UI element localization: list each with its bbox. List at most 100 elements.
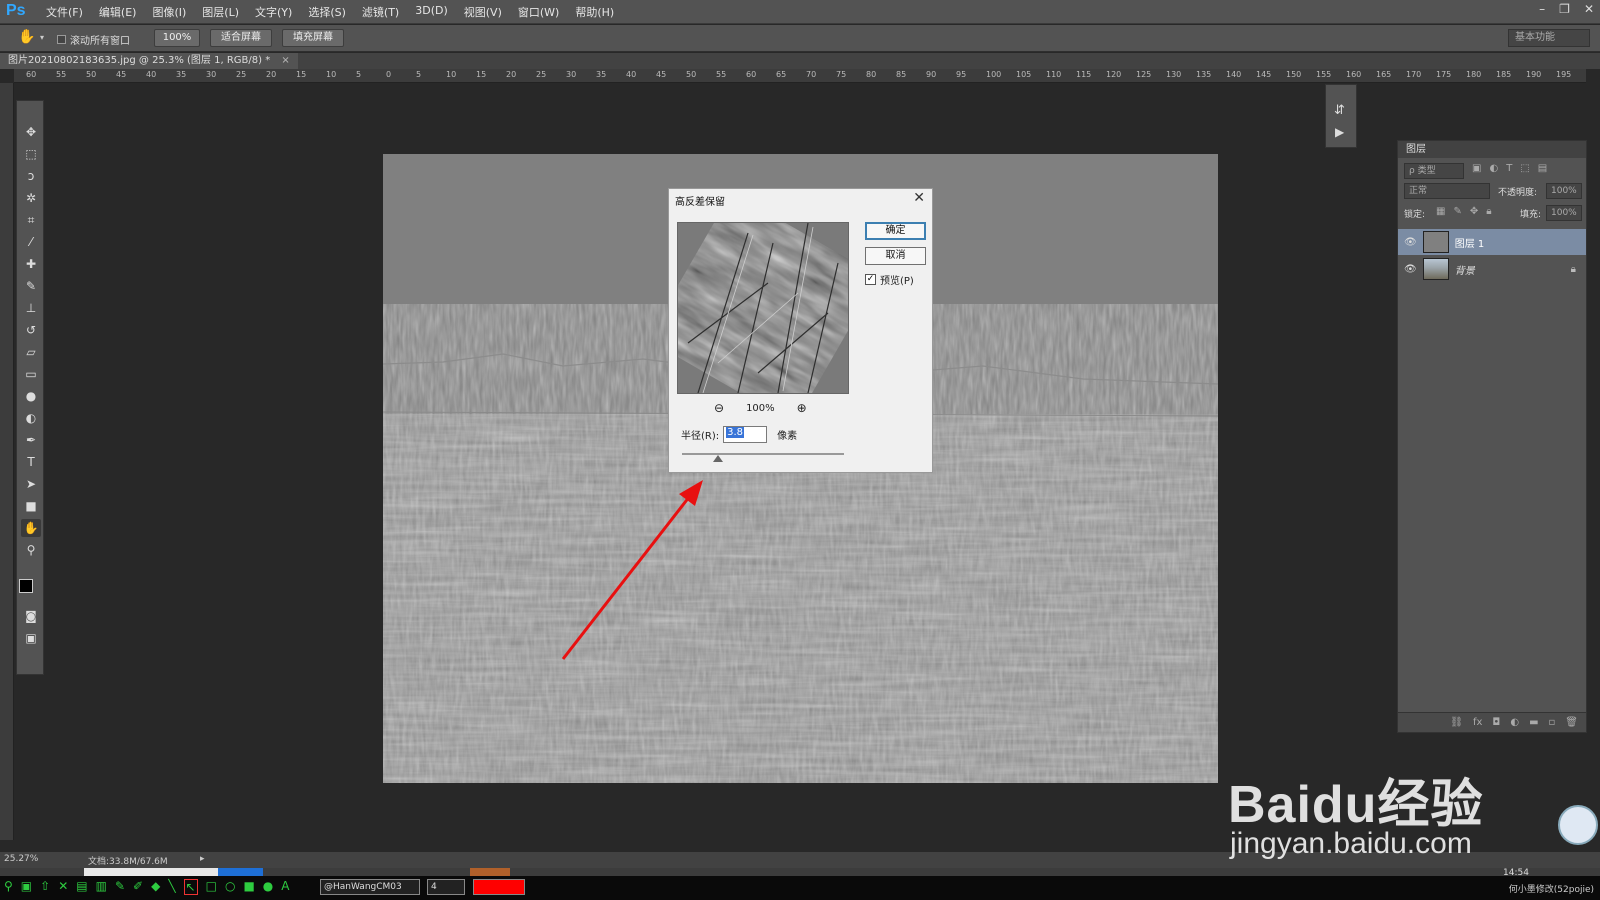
radius-input[interactable]: 3.8 (723, 426, 768, 443)
lock-transparent-icon[interactable]: ▦ (1436, 206, 1445, 217)
dialog-close-icon[interactable]: ✕ (913, 190, 925, 206)
eyedropper-tool-icon[interactable]: ⁄ (21, 233, 41, 251)
undo-icon[interactable]: ⇧ (40, 879, 50, 895)
document-tab[interactable]: 图片20210802183635.jpg @ 25.3% (图层 1, RGB/… (0, 53, 298, 69)
menu-window[interactable]: 窗口(W) (510, 4, 567, 20)
filled-rect-icon[interactable]: ■ (243, 879, 254, 895)
eraser-tool-icon[interactable]: ▱ (21, 343, 41, 361)
pen-icon[interactable]: ✐ (133, 879, 143, 895)
path-select-tool-icon[interactable]: ➤ (21, 475, 41, 493)
menu-3d[interactable]: 3D(D) (407, 4, 456, 20)
pin-icon[interactable]: ⚲ (4, 879, 13, 895)
fill-screen-button[interactable]: 填充屏幕 (282, 29, 344, 47)
menu-file[interactable]: 文件(F) (38, 4, 91, 20)
save-icon[interactable]: ▣ (21, 879, 32, 895)
opacity-input[interactable]: 100% (1546, 183, 1582, 199)
fill-input[interactable]: 100% (1546, 205, 1582, 221)
preview-option[interactable]: ✓ 预览(P) (865, 272, 914, 287)
filter-adjust-icon[interactable]: ◐ (1489, 163, 1498, 174)
visibility-eye-icon[interactable]: 👁︎ (1404, 264, 1417, 275)
filter-type-icon[interactable]: T (1506, 163, 1512, 174)
quick-mask-icon[interactable]: ◙ (21, 607, 41, 625)
adjustment-layer-icon[interactable]: ◐ (1510, 717, 1519, 728)
taskbar-app-button[interactable] (84, 868, 218, 876)
layer-name[interactable]: 图层 1 (1455, 235, 1485, 250)
history-brush-tool-icon[interactable]: ↺ (21, 321, 41, 339)
new-layer-icon[interactable]: ▫ (1549, 717, 1556, 728)
minimize-button[interactable]: – (1539, 2, 1545, 16)
filter-pixel-icon[interactable]: ▣ (1472, 163, 1481, 174)
marker-icon[interactable]: ✎ (115, 879, 125, 895)
blend-mode-select[interactable]: 正常 (1404, 183, 1490, 199)
menu-select[interactable]: 选择(S) (300, 4, 354, 20)
link-layers-icon[interactable]: ⛓︎ (1450, 717, 1463, 728)
shape-tool-icon[interactable]: ■ (21, 497, 41, 515)
scroll-all-checkbox[interactable] (57, 35, 66, 44)
screen-mode-icon[interactable]: ▣ (21, 629, 41, 647)
fill-icon[interactable]: ◆ (151, 879, 160, 895)
add-mask-icon[interactable]: ◘ (1492, 717, 1500, 728)
filter-preview[interactable] (677, 222, 849, 394)
workspace-select[interactable]: 基本功能 (1508, 29, 1590, 47)
arrow-tool-icon[interactable]: ↖ (183, 879, 198, 895)
marquee-tool-icon[interactable]: ⬚ (21, 145, 41, 163)
healing-tool-icon[interactable]: ✚ (21, 255, 41, 273)
filled-ellipse-icon[interactable]: ● (263, 879, 273, 895)
status-menu-arrow-icon[interactable]: ▸ (200, 854, 205, 864)
ellipse-icon[interactable]: ○ (225, 879, 235, 895)
tab-close-icon[interactable]: × (281, 55, 289, 66)
menu-layer[interactable]: 图层(L) (194, 4, 247, 20)
delete-layer-icon[interactable]: 🗑︎ (1565, 717, 1578, 728)
lock-position-icon[interactable]: ✥ (1470, 206, 1478, 217)
radius-slider-track[interactable] (682, 453, 844, 455)
taskbar-app-button[interactable] (470, 868, 510, 876)
foreground-color-swatch[interactable] (19, 579, 33, 593)
lasso-tool-icon[interactable]: ↄ (21, 167, 41, 185)
brush-tool-icon[interactable]: ✎ (21, 277, 41, 295)
layer-row-background[interactable]: 👁︎ 背景 🔒︎ (1398, 256, 1586, 282)
taskbar-app-button[interactable] (218, 868, 263, 876)
pen-tool-icon[interactable]: ✒ (21, 431, 41, 449)
ok-button[interactable]: 确定 (865, 222, 926, 240)
filter-smart-icon[interactable]: ▤ (1538, 163, 1547, 174)
lock-all-icon[interactable]: 🔒︎ (1486, 206, 1491, 217)
dodge-tool-icon[interactable]: ◐ (21, 409, 41, 427)
zoom-out-icon[interactable]: ⊖ (714, 401, 724, 415)
filter-shape-icon[interactable]: ⬚ (1520, 163, 1529, 174)
zoom-in-icon[interactable]: ⊕ (797, 401, 807, 415)
help-avatar-icon[interactable] (1558, 805, 1598, 845)
hand-tool-icon[interactable]: ✋ (18, 29, 35, 45)
blur-tool-icon[interactable]: ● (21, 387, 41, 405)
zoom-tool-icon[interactable]: ⚲ (21, 541, 41, 559)
menu-view[interactable]: 视图(V) (456, 4, 510, 20)
actions-play-icon[interactable]: ▶ (1335, 125, 1344, 139)
folder-icon[interactable]: ▥ (96, 879, 107, 895)
preview-checkbox[interactable]: ✓ (865, 274, 876, 285)
zoom-level-status[interactable]: 25.27% (4, 854, 38, 864)
lock-pixels-icon[interactable]: ✎ (1453, 206, 1461, 217)
line-icon[interactable]: ╲ (168, 879, 175, 895)
size-select[interactable]: 4 (427, 879, 465, 895)
rectangle-icon[interactable]: □ (206, 879, 217, 895)
restore-button[interactable]: ❐ (1559, 2, 1570, 16)
layer-filter-select[interactable]: ρ 类型 (1404, 163, 1464, 179)
close-button[interactable]: ✕ (1584, 2, 1594, 16)
gradient-tool-icon[interactable]: ▭ (21, 365, 41, 383)
text-icon[interactable]: A (281, 879, 289, 895)
menu-help[interactable]: 帮助(H) (567, 4, 622, 20)
layer-name[interactable]: 背景 (1455, 262, 1475, 277)
chevron-down-icon[interactable]: ▾ (40, 33, 44, 42)
magic-wand-tool-icon[interactable]: ✲ (21, 189, 41, 207)
disk-icon[interactable]: ▤ (76, 879, 87, 895)
font-select[interactable]: @HanWangCM03 (320, 879, 420, 895)
crop-tool-icon[interactable]: ⌗ (21, 211, 41, 229)
history-panel-icon[interactable]: ⇵ (1334, 103, 1345, 118)
move-tool-icon[interactable]: ✥ (21, 123, 41, 141)
hand-tool-icon[interactable]: ✋ (21, 519, 41, 537)
menu-edit[interactable]: 编辑(E) (91, 4, 145, 20)
zoom-100-button[interactable]: 100% (154, 29, 200, 47)
type-tool-icon[interactable]: T (21, 453, 41, 471)
layer-row-layer-1[interactable]: 👁︎ 图层 1 (1398, 229, 1586, 255)
cancel-icon[interactable]: ✕ (58, 879, 68, 895)
layers-panel-title[interactable]: 图层 (1398, 141, 1586, 158)
